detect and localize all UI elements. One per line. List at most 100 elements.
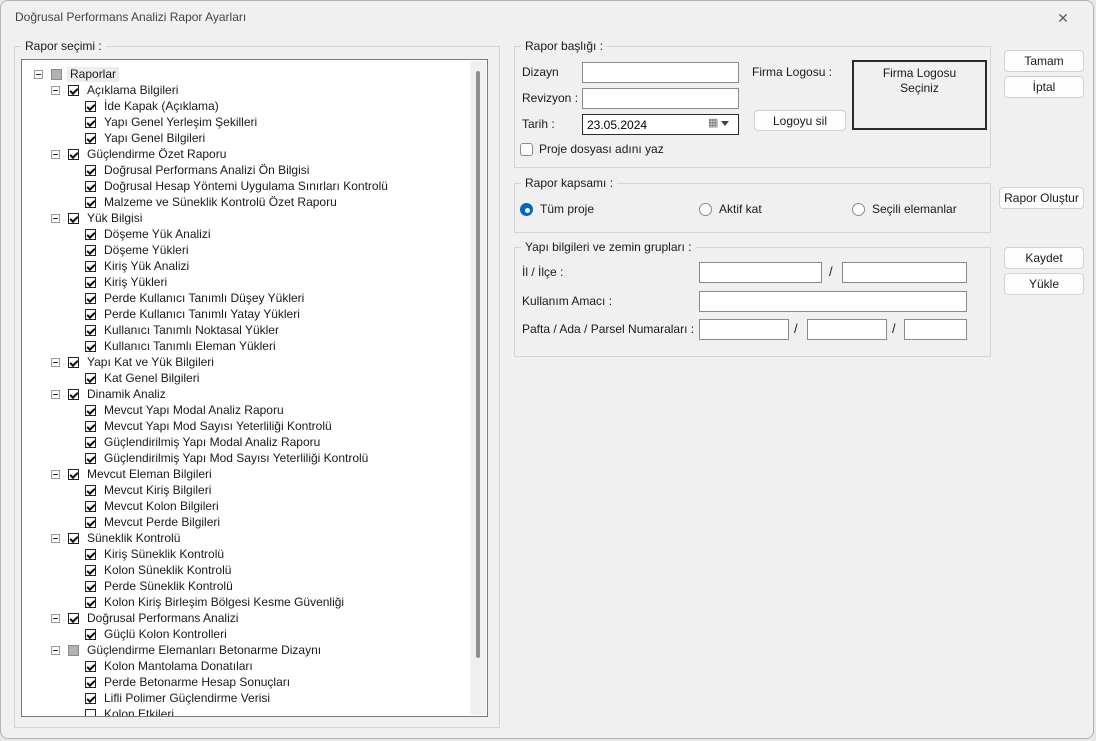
date-dropdown-arrow-icon[interactable] (721, 121, 729, 126)
tree-item[interactable]: Mevcut Yapı Modal Analiz Raporu (22, 402, 470, 418)
tree-item[interactable]: İde Kapak (Açıklama) (22, 98, 470, 114)
close-icon[interactable]: ✕ (1047, 6, 1079, 30)
company-logo-box[interactable]: Firma Logosu Seçiniz (852, 60, 987, 130)
tree-item-checkbox[interactable] (68, 149, 79, 160)
tree-item-checkbox[interactable] (85, 677, 96, 688)
collapse-minus-icon[interactable] (51, 646, 60, 655)
tree-item[interactable]: Güçlendirilmiş Yapı Modal Analiz Raporu (22, 434, 470, 450)
tree-item-checkbox[interactable] (85, 373, 96, 384)
tree-item[interactable]: Yapı Genel Yerleşim Şekilleri (22, 114, 470, 130)
tree-item-checkbox[interactable] (85, 181, 96, 192)
tree-item[interactable]: Dinamik Analiz (22, 386, 470, 402)
tree-item[interactable]: Kiriş Yük Analizi (22, 258, 470, 274)
tree-item-checkbox[interactable] (85, 581, 96, 592)
tree-item-checkbox[interactable] (68, 613, 79, 624)
calendar-icon[interactable]: ▦ (708, 118, 718, 129)
tree-item-checkbox[interactable] (68, 85, 79, 96)
tree-item-checkbox[interactable] (85, 277, 96, 288)
tree-item[interactable]: Perde Süneklik Kontrolü (22, 578, 470, 594)
date-picker-icons[interactable]: ▦ (708, 118, 729, 129)
tree-item-checkbox[interactable] (85, 501, 96, 512)
tree-item-checkbox[interactable] (68, 469, 79, 480)
tree-item-checkbox[interactable] (85, 293, 96, 304)
tree-scrollbar-thumb[interactable] (476, 71, 480, 658)
collapse-minus-icon[interactable] (51, 150, 60, 159)
tree-item-checkbox[interactable] (85, 709, 96, 717)
collapse-minus-icon[interactable] (51, 470, 60, 479)
tree-item[interactable]: Güçlendirme Özet Raporu (22, 146, 470, 162)
proje-dosyasi-checkbox[interactable]: Proje dosyası adını yaz (520, 142, 664, 156)
yukle-button[interactable]: Yükle (1004, 273, 1084, 295)
scope-radio-option[interactable]: Seçili elemanlar (852, 202, 957, 216)
scope-radio-option[interactable]: Aktif kat (699, 202, 762, 216)
tree-item[interactable]: Perde Kullanıcı Tanımlı Yatay Yükleri (22, 306, 470, 322)
tree-item[interactable]: Malzeme ve Süneklik Kontrolü Özet Raporu (22, 194, 470, 210)
tree-item[interactable]: Mevcut Kolon Bilgileri (22, 498, 470, 514)
tree-item-checkbox[interactable] (85, 453, 96, 464)
collapse-minus-icon[interactable] (51, 534, 60, 543)
il-input[interactable] (699, 262, 822, 283)
tree-item[interactable]: Perde Betonarme Hesap Sonuçları (22, 674, 470, 690)
kullanim-amaci-input[interactable] (699, 291, 967, 312)
tree-item-checkbox[interactable] (85, 133, 96, 144)
ilce-input[interactable] (842, 262, 967, 283)
tree-item-checkbox[interactable] (85, 325, 96, 336)
tree-item[interactable]: Güçlendirilmiş Yapı Mod Sayısı Yeterlili… (22, 450, 470, 466)
tree-item[interactable]: Raporlar (22, 66, 470, 82)
ada-input[interactable] (807, 319, 887, 340)
dizayn-input[interactable] (582, 62, 739, 83)
tree-item-checkbox[interactable] (85, 485, 96, 496)
tree-item-checkbox[interactable] (85, 549, 96, 560)
tree-item[interactable]: Kolon Süneklik Kontrolü (22, 562, 470, 578)
tree-item[interactable]: Kiriş Süneklik Kontrolü (22, 546, 470, 562)
tree-item[interactable]: Doğrusal Performans Analizi Ön Bilgisi (22, 162, 470, 178)
tree-item-checkbox[interactable] (85, 437, 96, 448)
tree-item[interactable]: Döşeme Yük Analizi (22, 226, 470, 242)
tree-item[interactable]: Güçlendirme Elemanları Betonarme Dizaynı (22, 642, 470, 658)
iptal-button[interactable]: İptal (1004, 76, 1084, 98)
tree-item-checkbox[interactable] (85, 629, 96, 640)
tree-item-checkbox[interactable] (85, 517, 96, 528)
tree-item-checkbox[interactable] (85, 101, 96, 112)
tree-item-checkbox[interactable] (68, 357, 79, 368)
tree-item-checkbox[interactable] (85, 597, 96, 608)
tree-item[interactable]: Açıklama Bilgileri (22, 82, 470, 98)
tree-item[interactable]: Mevcut Yapı Mod Sayısı Yeterliliği Kontr… (22, 418, 470, 434)
radio-circle-icon[interactable] (520, 203, 533, 216)
tree-item-checkbox[interactable] (51, 69, 62, 80)
tree-item-checkbox[interactable] (68, 213, 79, 224)
tree-item-checkbox[interactable] (85, 661, 96, 672)
rapor-olustur-button[interactable]: Rapor Oluştur (999, 187, 1084, 209)
tree-item[interactable]: Perde Kullanıcı Tanımlı Düşey Yükleri (22, 290, 470, 306)
collapse-minus-icon[interactable] (51, 358, 60, 367)
tree-item[interactable]: Yük Bilgisi (22, 210, 470, 226)
tree-item[interactable]: Yapı Kat ve Yük Bilgileri (22, 354, 470, 370)
tree-item[interactable]: Kolon Kiriş Birleşim Bölgesi Kesme Güven… (22, 594, 470, 610)
tree-item-checkbox[interactable] (85, 565, 96, 576)
parsel-input[interactable] (904, 319, 967, 340)
tree-item-checkbox[interactable] (85, 341, 96, 352)
tree-item[interactable]: Mevcut Kiriş Bilgileri (22, 482, 470, 498)
tree-item[interactable]: Lifli Polimer Güçlendirme Verisi (22, 690, 470, 706)
tree-item[interactable]: Döşeme Yükleri (22, 242, 470, 258)
pafta-input[interactable] (699, 319, 789, 340)
collapse-minus-icon[interactable] (51, 614, 60, 623)
kaydet-button[interactable]: Kaydet (1004, 247, 1084, 269)
tree-item-checkbox[interactable] (85, 405, 96, 416)
proje-dosyasi-checkbox-box[interactable] (520, 143, 533, 156)
tree-item[interactable]: Kolon Etkileri (22, 706, 470, 716)
tree-item-checkbox[interactable] (85, 421, 96, 432)
tree-item-checkbox[interactable] (85, 197, 96, 208)
radio-circle-icon[interactable] (852, 203, 865, 216)
collapse-minus-icon[interactable] (51, 86, 60, 95)
tree-item-checkbox[interactable] (85, 165, 96, 176)
tree-item[interactable]: Kiriş Yükleri (22, 274, 470, 290)
tree-item[interactable]: Kullanıcı Tanımlı Eleman Yükleri (22, 338, 470, 354)
tree-item-checkbox[interactable] (68, 533, 79, 544)
tree-item[interactable]: Mevcut Perde Bilgileri (22, 514, 470, 530)
tree-scrollbar[interactable] (470, 61, 486, 715)
tree-item[interactable]: Yapı Genel Bilgileri (22, 130, 470, 146)
collapse-minus-icon[interactable] (34, 70, 43, 79)
tree-item-checkbox[interactable] (85, 117, 96, 128)
collapse-minus-icon[interactable] (51, 214, 60, 223)
